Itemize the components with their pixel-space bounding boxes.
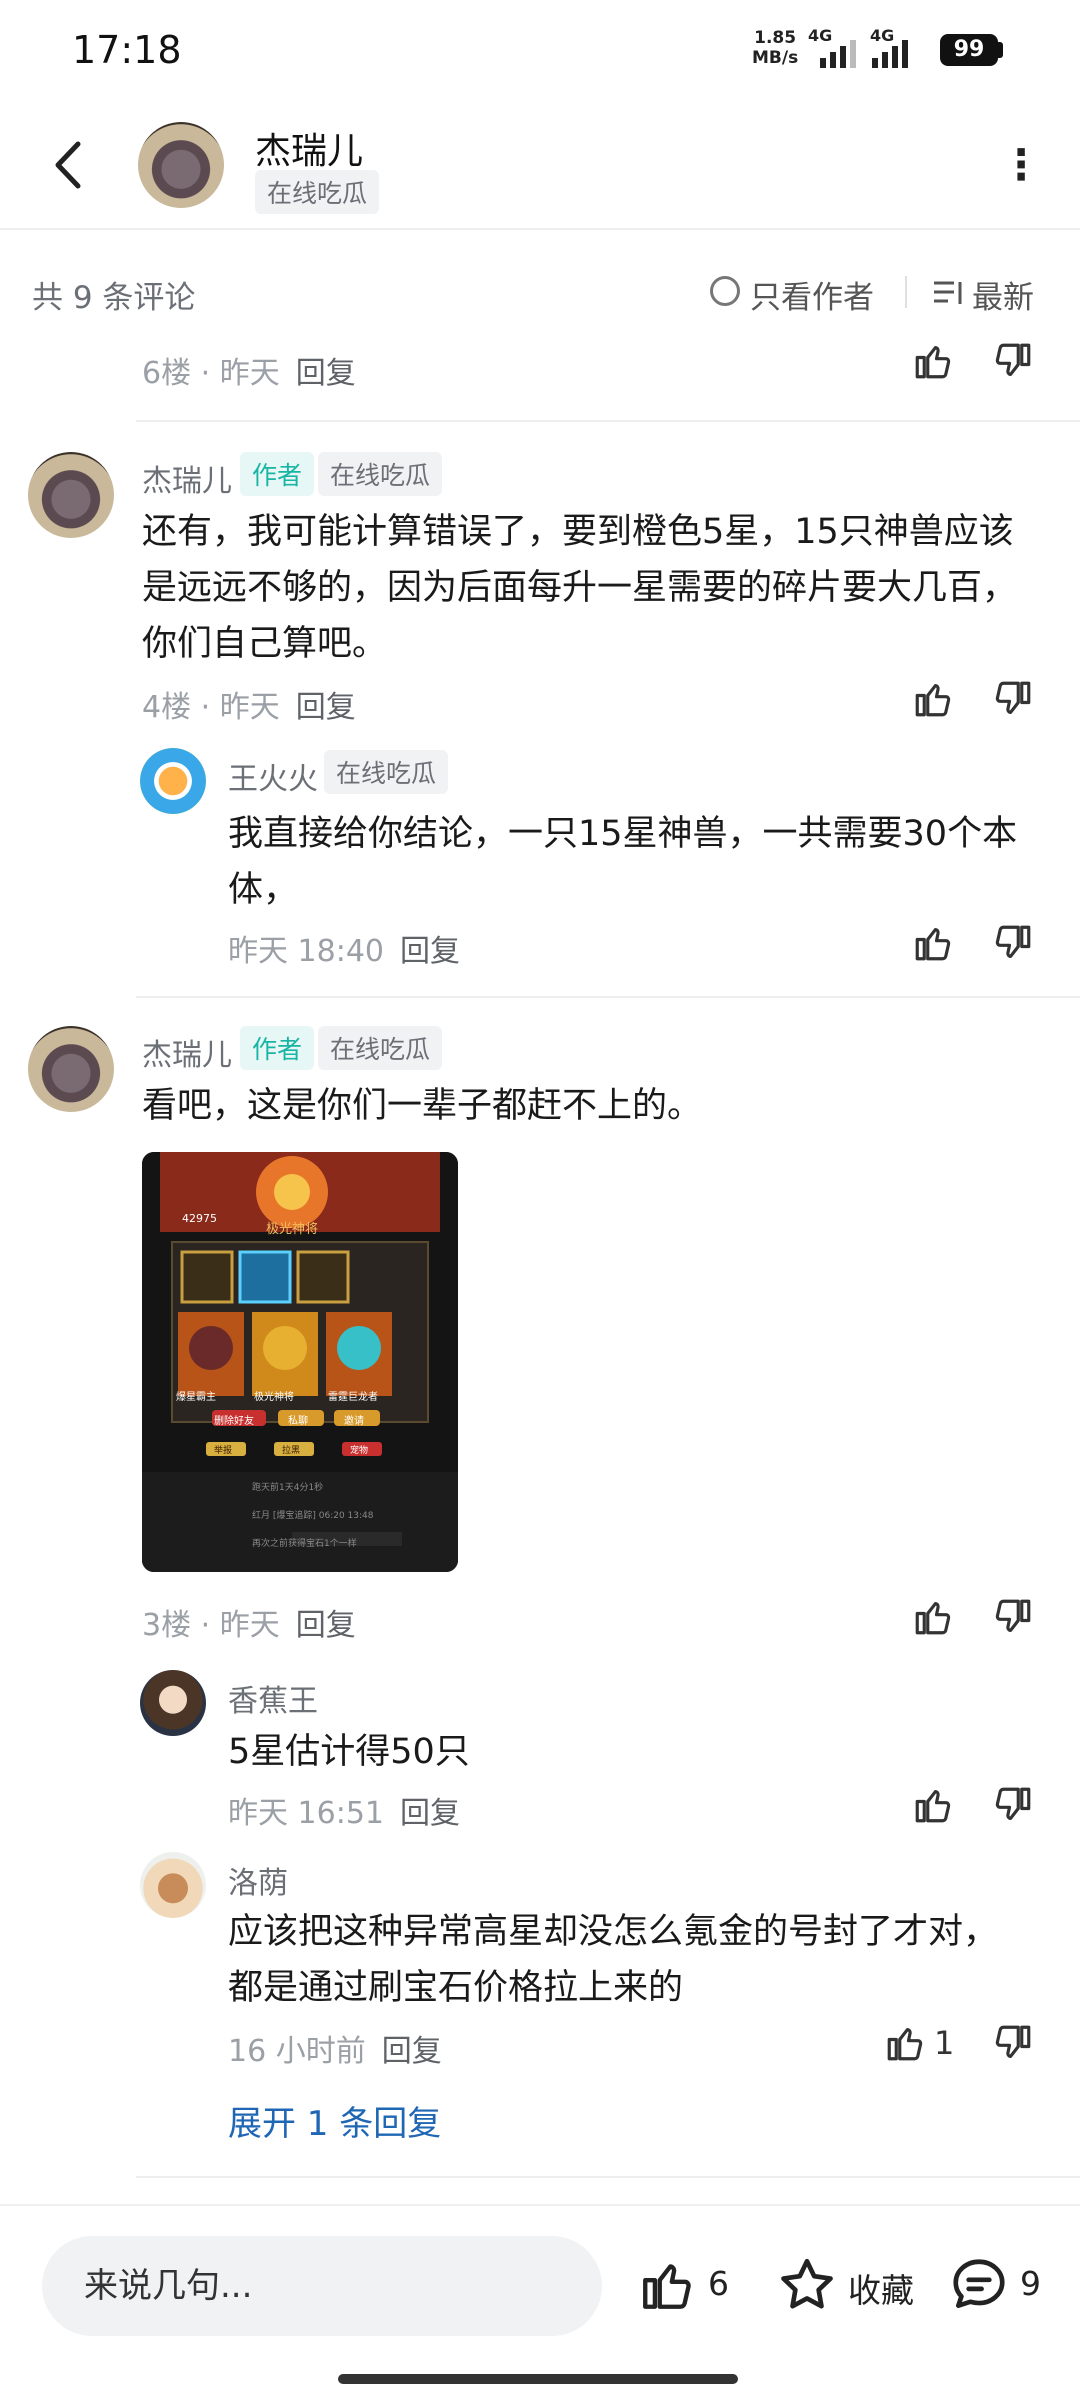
game-btn2-3: 宠物 [350,1446,369,1456]
floor4-sub-name[interactable]: 王火火 [228,754,318,798]
floor3-sub2-meta: 16 小时前 回复 [228,2026,442,2070]
sort-latest[interactable]: 最新 [972,272,1034,317]
header-divider [0,228,1080,230]
floor3-sub2-text: 应该把这种异常高星却没怎么氪金的号封了才对，都是通过刷宝石价格拉上来的 [228,1912,999,2008]
floor4-sub-like-icon[interactable] [912,922,954,968]
floor6-reply-button[interactable]: 回复 [296,356,356,391]
bottom-like-count: 6 [708,2264,729,2303]
more-options-icon[interactable]: ⋮ [1000,140,1042,189]
network-speed: 1.85 MB/s [752,28,798,68]
network-speed-unit: MB/s [752,48,799,68]
game-btn-3: 邀请 [344,1416,364,1427]
network-speed-value: 1.85 [754,28,797,48]
floor4-author-badge: 作者 [240,452,315,496]
favorite-star-icon[interactable] [776,2254,838,2316]
bottom-comment-count: 9 [1020,2264,1041,2303]
floor4-author-name[interactable]: 杰瑞儿 [142,456,232,500]
floor4-text: 还有，我可能计算错误了，要到橙色5星，15只神兽应该是远远不够的，因为后面每升一… [142,512,1018,664]
battery-icon: 99 [940,34,998,66]
floor3-sub1-text: 5星估计得50只 [228,1732,470,1772]
game-feed-2: 红月 [爆宝追踪] 06:20 13:48 [252,1511,374,1521]
floor3-user-tag: 在线吃瓜 [318,1026,443,1070]
favorite-label[interactable]: 收藏 [848,2264,914,2312]
floor3-attached-image[interactable]: 极光神将 42975 爆星霸主 极光神将 雷霆巨龙者 删除好友 私聊 邀请 举报… [142,1152,458,1572]
floor3-author-name[interactable]: 杰瑞儿 [142,1030,232,1074]
header-author-name[interactable]: 杰瑞儿 [255,122,363,174]
game-btn2-2: 拉黑 [282,1446,301,1456]
floor6-like-icon[interactable] [912,340,954,386]
comment-bubble-icon[interactable] [948,2254,1010,2316]
floor3-sub1-name[interactable]: 香蕉王 [228,1676,318,1720]
game-score: 42975 [182,1212,217,1225]
floor6-meta-text: 6楼 · 昨天 [142,356,280,391]
game-feed-1: 跑天前1天4分1秒 [252,1483,324,1493]
game-btn2-1: 举报 [214,1446,233,1456]
author-avatar[interactable] [138,122,224,208]
game-title: 极光神将 [266,1222,319,1237]
floor3-author-badge: 作者 [240,1026,315,1070]
home-indicator[interactable] [338,2374,738,2384]
floor3-meta-text: 3楼 · 昨天 [142,1608,280,1643]
expand-replies-link[interactable]: 展开 1 条回复 [228,2096,441,2145]
floor3-divider [136,2176,1080,2178]
game-feed-3: 再次之前获得宝石1个一样 [252,1539,357,1549]
floor4-reply-button[interactable]: 回复 [296,690,356,725]
floor6-dislike-icon[interactable] [992,340,1034,386]
signal-icon-1 [820,40,856,68]
floor4-sub-avatar[interactable] [140,748,206,814]
floor3-sub2-like-icon[interactable] [884,2022,926,2068]
floor3-sub1-avatar[interactable] [140,1670,206,1736]
floor3-dislike-icon[interactable] [992,1596,1034,1642]
floor4-sub-text: 我直接给你结论，一只15星神兽，一共需要30个本体， [228,814,1018,910]
floor4-sub-reply-button[interactable]: 回复 [400,934,460,969]
floor6-divider [136,420,1080,422]
floor3-sub1-meta: 昨天 16:51 回复 [228,1788,460,1832]
game-card-2: 极光神将 [254,1392,294,1403]
floor4-sub-dislike-icon[interactable] [992,922,1034,968]
floor3-sub2-reply-button[interactable]: 回复 [382,2034,442,2069]
floor3-text: 看吧，这是你们一辈子都赶不上的。 [142,1086,703,1126]
comment-count: 共 9 条评论 [32,280,196,316]
floor4-divider [136,996,1080,998]
floor3-sub1-reply-button[interactable]: 回复 [400,1796,460,1831]
floor3-sub2-meta-text: 16 小时前 [228,2034,366,2069]
floor3-reply-button[interactable]: 回复 [296,1608,356,1643]
status-time: 17:18 [72,28,182,72]
floor3-sub2-dislike-icon[interactable] [992,2022,1034,2068]
floor4-avatar[interactable] [28,452,114,538]
floor3-sub1-meta-text: 昨天 16:51 [228,1796,384,1831]
game-card-1: 爆星霸主 [176,1392,216,1403]
floor3-like-icon[interactable] [912,1596,954,1642]
floor3-sub1-like-icon[interactable] [912,1784,954,1830]
only-author-toggle[interactable]: 只看作者 [750,272,874,317]
floor3-meta: 3楼 · 昨天 回复 [142,1600,356,1644]
comment-input[interactable]: 来说几句... [42,2236,602,2336]
only-author-radio-icon[interactable] [710,276,740,306]
floor3-sub2-avatar[interactable] [140,1852,206,1918]
floor4-meta: 4楼 · 昨天 回复 [142,682,356,726]
floor3-sub2-like-count: 1 [934,2024,955,2062]
floor4-meta-text: 4楼 · 昨天 [142,690,280,725]
floor4-sub-meta-text: 昨天 18:40 [228,934,384,969]
game-btn-1: 删除好友 [214,1416,254,1427]
floor4-sub-meta: 昨天 18:40 回复 [228,926,460,970]
floor4-like-icon[interactable] [912,678,954,724]
floor4-sub-tag: 在线吃瓜 [324,750,449,794]
sort-list-icon[interactable] [932,278,966,308]
floor6-meta: 6楼 · 昨天 回复 [142,348,356,392]
floor4-user-tag: 在线吃瓜 [318,452,443,496]
signal-icon-2 [872,40,908,68]
back-arrow-icon[interactable] [50,140,86,190]
battery-tip [998,42,1003,58]
header-user-tag: 在线吃瓜 [255,170,380,214]
game-btn-2: 私聊 [288,1416,308,1427]
floor3-sub1-dislike-icon[interactable] [992,1784,1034,1830]
bottom-like-icon[interactable] [638,2256,696,2314]
game-card-3: 雷霆巨龙者 [328,1392,378,1403]
floor4-dislike-icon[interactable] [992,678,1034,724]
sort-separator [905,276,907,308]
floor3-avatar[interactable] [28,1026,114,1112]
floor3-sub2-name[interactable]: 洛荫 [228,1858,288,1902]
